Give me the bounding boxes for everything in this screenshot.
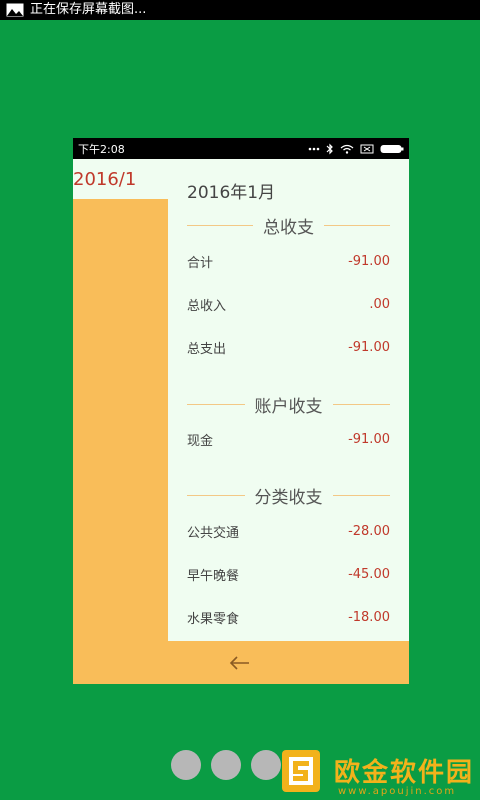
section-header-total: 总收支 [187, 214, 390, 238]
divider [187, 224, 253, 226]
list-item[interactable]: 公共交通 -28.00 [187, 521, 390, 541]
item-name: 总支出 [187, 341, 227, 357]
divider [324, 224, 390, 226]
wifi-icon [340, 144, 354, 154]
list-item[interactable]: 合计 -91.00 [187, 251, 390, 271]
inner-status-bar: 下午2:08 [73, 138, 409, 159]
section-title: 账户收支 [254, 396, 323, 417]
watermark-text: 欧金软件园 [334, 758, 475, 788]
battery-icon [380, 144, 404, 153]
list-item[interactable]: 现金 -91.00 [187, 429, 390, 449]
page-dot[interactable] [251, 750, 281, 780]
watermark-url: www.apoujin.com [338, 786, 457, 797]
section-title: 总收支 [263, 217, 314, 238]
divider [187, 403, 245, 405]
list-item[interactable]: 总收入 .00 [187, 294, 390, 314]
list-item[interactable]: 水果零食 -18.00 [187, 607, 390, 627]
item-amount: -91.00 [348, 253, 390, 269]
outer-status-bar: 正在保存屏幕截图... [0, 0, 480, 20]
item-name: 合计 [187, 255, 214, 271]
item-name: 总收入 [187, 298, 227, 314]
picture-icon [6, 3, 24, 17]
item-amount: -45.00 [348, 566, 390, 582]
list-item[interactable]: 早午晚餐 -45.00 [187, 564, 390, 584]
item-amount: -91.00 [348, 431, 390, 447]
no-sim-icon [360, 144, 374, 153]
divider [332, 403, 390, 405]
item-name: 现金 [187, 433, 214, 449]
section-header-account: 账户收支 [187, 393, 390, 417]
bluetooth-icon [326, 143, 333, 154]
status-time: 下午2:08 [78, 142, 125, 156]
item-amount: .00 [369, 296, 390, 312]
list-item[interactable]: 总支出 -91.00 [187, 337, 390, 357]
status-message: 正在保存屏幕截图... [30, 2, 147, 17]
monthly-report-panel: 2016年1月 总收支 合计 -91.00 总收入 .00 总支出 -91.00… [168, 159, 409, 641]
page-dot[interactable] [211, 750, 241, 780]
item-amount: -28.00 [348, 523, 390, 539]
section-title: 分类收支 [254, 487, 323, 508]
item-name: 水果零食 [187, 611, 240, 627]
page-dot[interactable] [171, 750, 201, 780]
sidebar-date[interactable]: 2016/1 [73, 169, 136, 190]
back-arrow-icon[interactable] [229, 655, 251, 671]
divider [332, 494, 390, 496]
month-title: 2016年1月 [187, 183, 276, 203]
watermark-logo-icon [282, 750, 320, 792]
divider [187, 494, 245, 496]
item-amount: -18.00 [348, 609, 390, 625]
watermark: 欧金软件园 www.apoujin.com [280, 748, 476, 800]
dots-icon [308, 147, 320, 150]
section-header-category: 分类收支 [187, 484, 390, 508]
item-amount: -91.00 [348, 339, 390, 355]
screenshot-preview[interactable]: 下午2:08 2016/1 2016年1月 总收支 合计 -91.00 总收入 … [73, 138, 409, 684]
item-name: 公共交通 [187, 525, 240, 541]
item-name: 早午晚餐 [187, 568, 240, 584]
